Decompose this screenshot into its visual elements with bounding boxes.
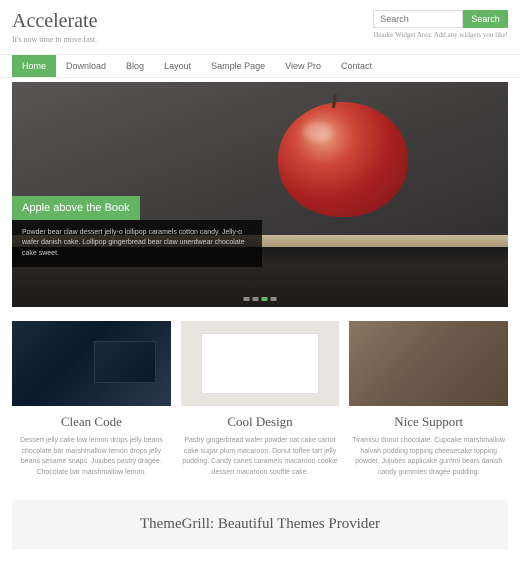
feature-card: Clean Code Dessert jelly cake low lemon … [12, 321, 171, 478]
header-search-area: Search Header Widget Area: Add any widge… [373, 10, 508, 39]
feature-title[interactable]: Cool Design [181, 414, 340, 430]
primary-nav: Home Download Blog Layout Sample Page Vi… [0, 54, 520, 78]
slider-dot[interactable] [271, 297, 277, 301]
footer-banner-title: ThemeGrill: Beautiful Themes Provider [28, 516, 492, 533]
search-input[interactable] [373, 10, 463, 28]
branding: Accelerate It's now time to move fast. [12, 10, 97, 44]
nav-item-home[interactable]: Home [12, 55, 56, 77]
features-row: Clean Code Dessert jelly cake low lemon … [0, 307, 520, 492]
hero-caption-text: Powder bear claw dessert jelly-o lollipo… [12, 220, 262, 268]
footer-banner: ThemeGrill: Beautiful Themes Provider [12, 500, 508, 549]
header-widget-note: Header Widget Area: Add any widgets you … [373, 31, 508, 39]
hero-slider: Apple above the Book Powder bear claw de… [12, 82, 508, 307]
feature-image-support[interactable] [349, 321, 508, 406]
feature-card: Cool Design Pastry gingerbread wafer pow… [181, 321, 340, 478]
feature-title[interactable]: Clean Code [12, 414, 171, 430]
slider-dot[interactable] [244, 297, 250, 301]
feature-text: Dessert jelly cake low lemon drops jelly… [12, 436, 171, 478]
hero-image-apple [278, 102, 408, 217]
slider-dot[interactable] [253, 297, 259, 301]
hero-caption-title[interactable]: Apple above the Book [12, 196, 140, 220]
feature-card: Nice Support Tiramisu donut chocolate. C… [349, 321, 508, 478]
site-header: Accelerate It's now time to move fast. S… [0, 0, 520, 54]
nav-item-sample-page[interactable]: Sample Page [201, 55, 275, 77]
nav-item-contact[interactable]: Contact [331, 55, 382, 77]
search-button[interactable]: Search [463, 10, 508, 28]
nav-item-layout[interactable]: Layout [154, 55, 201, 77]
hero-caption: Apple above the Book Powder bear claw de… [12, 196, 262, 268]
site-title[interactable]: Accelerate [12, 10, 97, 33]
site-tagline: It's now time to move fast. [12, 35, 97, 44]
feature-title[interactable]: Nice Support [349, 414, 508, 430]
feature-image-code[interactable] [12, 321, 171, 406]
feature-text: Pastry gingerbread wafer powder oat cake… [181, 436, 340, 478]
slider-dot-active[interactable] [262, 297, 268, 301]
nav-item-view-pro[interactable]: View Pro [275, 55, 331, 77]
feature-text: Tiramisu donut chocolate. Cupcake marshm… [349, 436, 508, 478]
slider-pagination [244, 297, 277, 301]
feature-image-design[interactable] [181, 321, 340, 406]
nav-item-download[interactable]: Download [56, 55, 116, 77]
nav-item-blog[interactable]: Blog [116, 55, 154, 77]
